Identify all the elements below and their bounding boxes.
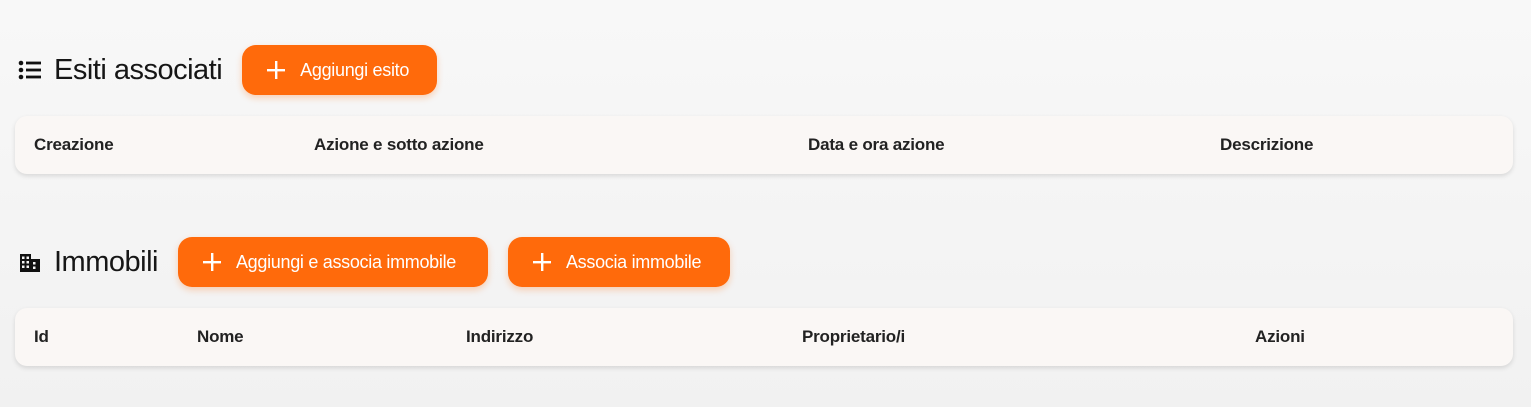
associate-immobile-label: Associa immobile [565, 251, 702, 272]
add-associate-immobile-label: Aggiungi e associa immobile [235, 251, 456, 272]
esiti-table-header: Creazione Azione e sotto azione Data e o… [15, 116, 1513, 174]
esiti-title: Esiti associati [54, 53, 223, 86]
column-header-azione[interactable]: Azione e sotto azione [314, 116, 484, 174]
column-header-proprietari[interactable]: Proprietario/i [802, 308, 905, 366]
column-header-data-ora[interactable]: Data e ora azione [808, 116, 945, 174]
plus-icon [532, 252, 552, 272]
list-icon [18, 59, 42, 81]
add-esito-label: Aggiungi esito [300, 59, 410, 80]
associate-immobile-button[interactable]: Associa immobile [507, 237, 730, 287]
immobili-section-header: Immobili Aggiungi e associa immobile Ass… [18, 237, 730, 287]
column-header-creazione[interactable]: Creazione [34, 116, 114, 174]
add-esito-button[interactable]: Aggiungi esito [242, 45, 438, 95]
immobili-title: Immobili [54, 245, 158, 278]
add-associate-immobile-button[interactable]: Aggiungi e associa immobile [177, 237, 488, 287]
column-header-nome[interactable]: Nome [197, 308, 244, 366]
plus-icon [266, 60, 286, 80]
column-header-descrizione[interactable]: Descrizione [1220, 116, 1313, 174]
plus-icon [202, 252, 222, 272]
column-header-id[interactable]: Id [34, 308, 49, 366]
immobili-table-header: Id Nome Indirizzo Proprietario/i Azioni [15, 308, 1513, 366]
building-icon [18, 250, 42, 274]
esiti-section-header: Esiti associati Aggiungi esito [18, 45, 438, 95]
column-header-indirizzo[interactable]: Indirizzo [466, 308, 533, 366]
column-header-azioni[interactable]: Azioni [1255, 308, 1305, 366]
